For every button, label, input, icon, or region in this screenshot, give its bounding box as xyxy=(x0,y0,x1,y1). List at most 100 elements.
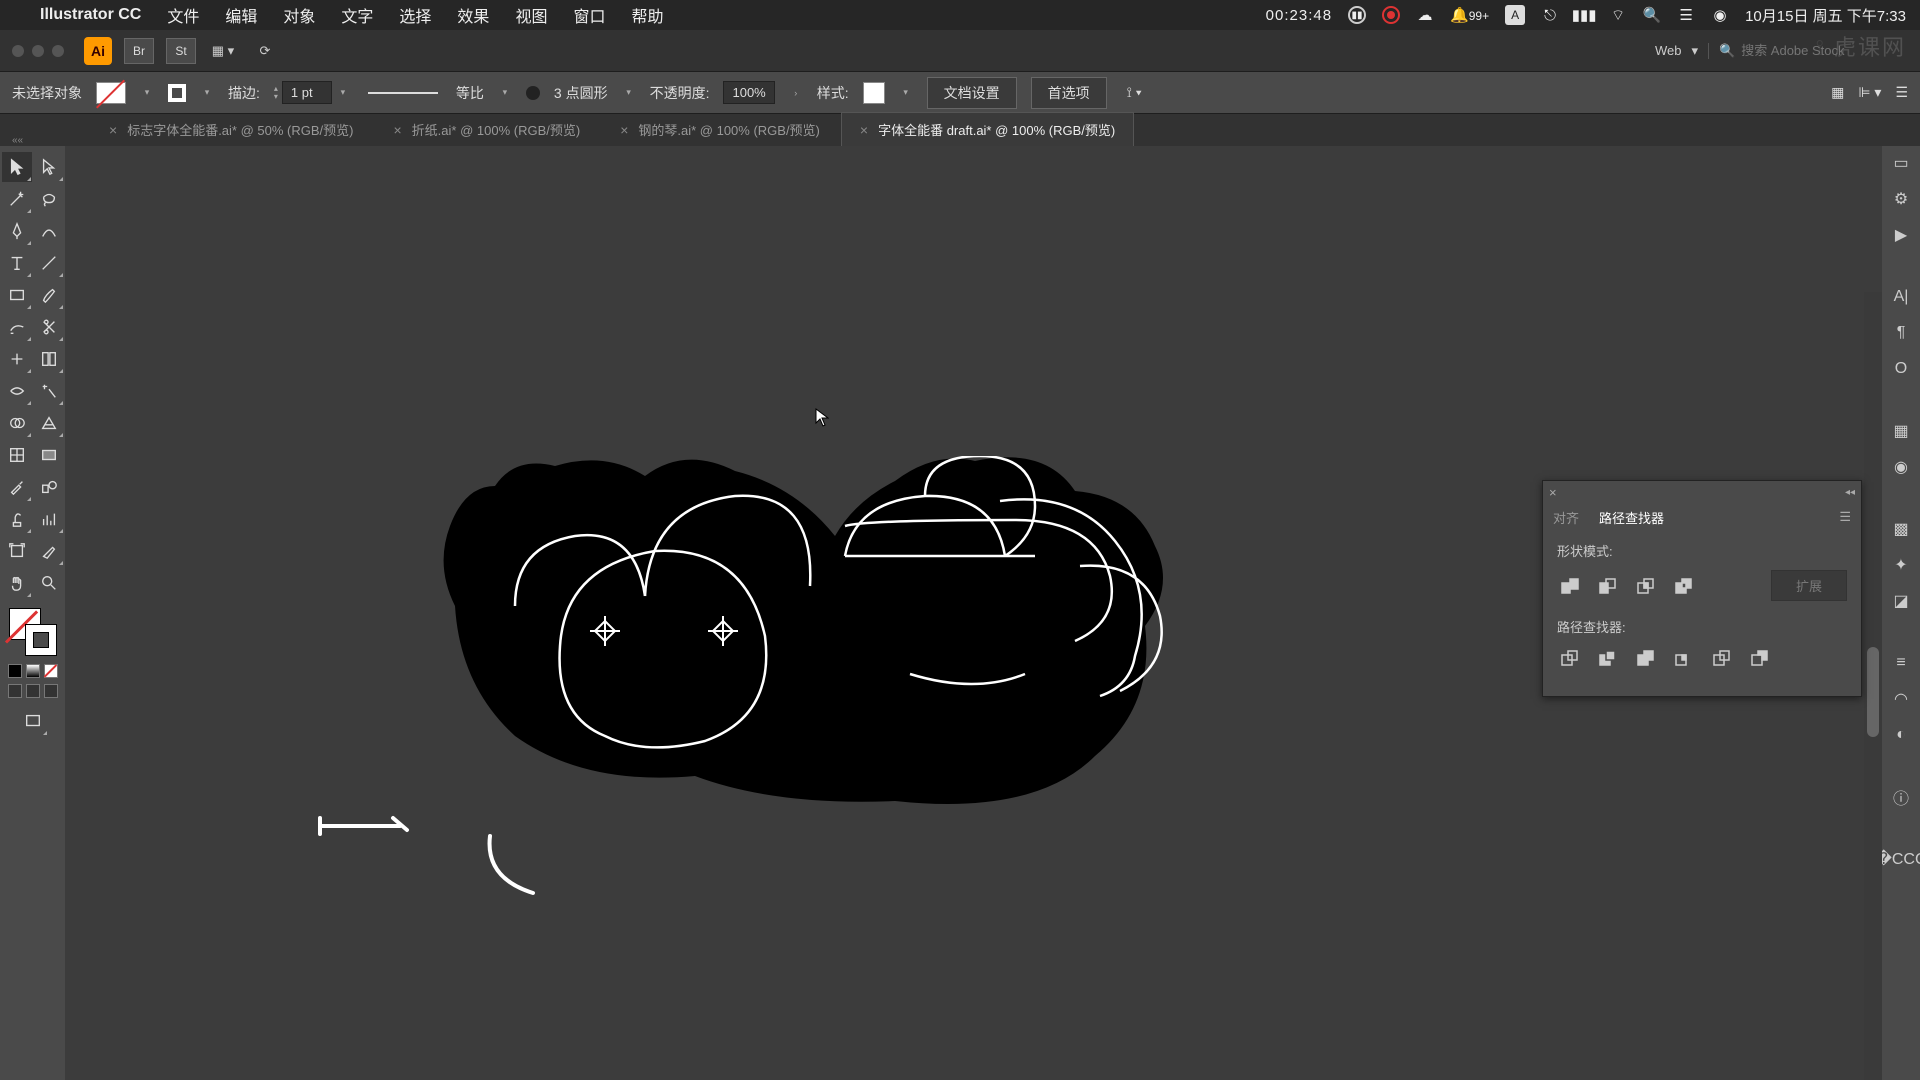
menu-object[interactable]: 对象 xyxy=(283,3,315,27)
exclude-icon[interactable] xyxy=(1671,574,1695,598)
expand-button[interactable]: 扩展 xyxy=(1771,570,1847,601)
wechat-icon[interactable]: ☁ xyxy=(1416,6,1434,24)
close-icon[interactable]: × xyxy=(620,122,628,138)
actions-panel-icon[interactable]: ▶ xyxy=(1890,224,1912,246)
screen-mode-tool[interactable] xyxy=(18,706,48,736)
siri-icon[interactable]: ◉ xyxy=(1711,6,1729,24)
battery-icon[interactable]: ▮▮▮ xyxy=(1575,6,1593,24)
stroke-swatch[interactable] xyxy=(168,84,186,102)
pathfinder-panel[interactable]: × ◂◂ 对齐 路径查找器 ☰ 形状模式: 扩展 路径查找器: xyxy=(1542,480,1862,697)
outline-icon[interactable] xyxy=(1709,646,1733,670)
panel-menu-icon[interactable]: ☰ xyxy=(1895,84,1908,101)
window-controls[interactable] xyxy=(12,45,64,57)
brush-dd[interactable]: ▾ xyxy=(622,82,636,104)
trim-icon[interactable] xyxy=(1595,646,1619,670)
align-to-icon[interactable]: ⟟ ▾ xyxy=(1127,84,1142,101)
blend-tool[interactable] xyxy=(34,472,64,502)
draw-behind[interactable] xyxy=(26,684,40,698)
record-icon[interactable] xyxy=(1382,6,1400,24)
merge-icon[interactable] xyxy=(1633,646,1657,670)
rotate-tool[interactable] xyxy=(2,344,32,374)
transform-panel-icon[interactable]: ▦ xyxy=(1831,84,1844,101)
minus-front-icon[interactable] xyxy=(1595,574,1619,598)
close-icon[interactable]: × xyxy=(109,122,117,138)
opacity-dd[interactable]: › xyxy=(789,82,803,104)
pen-tool[interactable] xyxy=(2,216,32,246)
preferences-button[interactable]: 首选项 xyxy=(1031,77,1107,109)
pause-icon[interactable]: ▮▮ xyxy=(1348,6,1366,24)
collapse-icon[interactable]: ◂◂ xyxy=(1845,487,1855,498)
artboard-tool[interactable] xyxy=(2,536,32,566)
stroke-panel-icon[interactable]: ≡ xyxy=(1890,652,1912,674)
menu-file[interactable]: 文件 xyxy=(167,3,199,27)
direct-selection-tool[interactable] xyxy=(34,152,64,182)
stroke-weight[interactable]: ▴▾ 1 pt ▾ xyxy=(274,81,350,104)
chevron-down-icon[interactable]: ▾ xyxy=(1691,43,1698,59)
curvature-tool[interactable] xyxy=(34,216,64,246)
spotlight-icon[interactable]: 🔍 xyxy=(1643,6,1661,24)
paragraph-panel-icon[interactable]: ¶ xyxy=(1890,322,1912,344)
gradient-tool[interactable] xyxy=(34,440,64,470)
rectangle-tool[interactable] xyxy=(2,280,32,310)
intersect-icon[interactable] xyxy=(1633,574,1657,598)
symbols-panel-icon[interactable]: ◪ xyxy=(1890,590,1912,612)
vertical-scrollbar[interactable] xyxy=(1864,292,1882,1080)
doc-tab-1[interactable]: ×折纸.ai* @ 100% (RGB/预览) xyxy=(374,112,599,146)
scrollbar-thumb[interactable] xyxy=(1867,647,1879,737)
close-icon[interactable]: × xyxy=(393,122,401,138)
brushes-panel-icon[interactable]: ✦ xyxy=(1890,554,1912,576)
minus-back-icon[interactable] xyxy=(1747,646,1771,670)
crop-icon[interactable] xyxy=(1671,646,1695,670)
input-method-icon[interactable]: A xyxy=(1505,5,1525,25)
align-panel-icon[interactable]: �ССС xyxy=(1890,848,1912,870)
align-panel-icon[interactable]: ⊫ ▾ xyxy=(1858,84,1881,101)
unite-icon[interactable] xyxy=(1557,574,1581,598)
paintbrush-tool[interactable] xyxy=(34,280,64,310)
line-tool[interactable] xyxy=(34,248,64,278)
gpu-preview-icon[interactable]: ⟳ xyxy=(250,38,280,64)
brush-label[interactable]: 3 点圆形 xyxy=(554,83,608,103)
control-center-icon[interactable]: ☰ xyxy=(1677,6,1695,24)
zoom-tool[interactable] xyxy=(34,568,64,598)
bluetooth-icon[interactable]: ⎋ xyxy=(1541,6,1559,24)
menu-help[interactable]: 帮助 xyxy=(631,3,663,27)
notification-bell-icon[interactable]: 🔔99+ xyxy=(1450,6,1489,24)
stroke-weight-value[interactable]: 1 pt xyxy=(282,81,332,104)
close-icon[interactable]: × xyxy=(860,122,868,138)
stroke-dd[interactable]: ▾ xyxy=(200,82,214,104)
fill-swatch[interactable] xyxy=(96,82,126,104)
type-tool[interactable] xyxy=(2,248,32,278)
width-tool[interactable] xyxy=(2,376,32,406)
app-name[interactable]: Illustrator CC xyxy=(40,6,141,24)
info-panel-icon[interactable]: ⓘ xyxy=(1890,786,1912,808)
slice-tool[interactable] xyxy=(34,536,64,566)
divide-icon[interactable] xyxy=(1557,646,1581,670)
libraries-panel-icon[interactable]: ⚙ xyxy=(1890,188,1912,210)
magic-wand-tool[interactable] xyxy=(2,184,32,214)
style-swatch[interactable] xyxy=(863,82,885,104)
fill-stroke-control[interactable] xyxy=(9,608,57,656)
doc-tab-3[interactable]: ×字体全能番 draft.ai* @ 100% (RGB/预览) xyxy=(841,112,1134,146)
menu-edit[interactable]: 编辑 xyxy=(225,3,257,27)
arrange-docs-icon[interactable]: ▦ ▾ xyxy=(208,38,238,64)
symbol-sprayer-tool[interactable] xyxy=(2,504,32,534)
hand-tool[interactable] xyxy=(2,568,32,598)
menu-type[interactable]: 文字 xyxy=(341,3,373,27)
doc-tab-2[interactable]: ×钢的琴.ai* @ 100% (RGB/预览) xyxy=(601,112,839,146)
appearance-panel-icon[interactable]: ◉ xyxy=(1890,456,1912,478)
panel-menu-icon[interactable]: ☰ xyxy=(1839,509,1851,525)
draw-modes[interactable] xyxy=(8,684,58,698)
perspective-tool[interactable] xyxy=(34,408,64,438)
bridge-icon[interactable]: Br xyxy=(124,38,154,64)
swatches-panel-icon[interactable]: ▩ xyxy=(1890,518,1912,540)
align-tab[interactable]: 对齐 xyxy=(1553,508,1579,527)
doc-profile[interactable]: Web xyxy=(1655,43,1682,58)
gradient-panel-icon[interactable]: ◠ xyxy=(1890,688,1912,710)
draw-inside[interactable] xyxy=(44,684,58,698)
fill-dd[interactable]: ▾ xyxy=(140,82,154,104)
close-icon[interactable]: × xyxy=(1549,485,1557,500)
eyedropper-tool[interactable] xyxy=(2,472,32,502)
tab-overflow-icon[interactable]: «« xyxy=(12,135,23,146)
doc-tab-0[interactable]: ×标志字体全能番.ai* @ 50% (RGB/预览) xyxy=(90,112,372,146)
properties-panel-icon[interactable]: ▭ xyxy=(1890,152,1912,174)
